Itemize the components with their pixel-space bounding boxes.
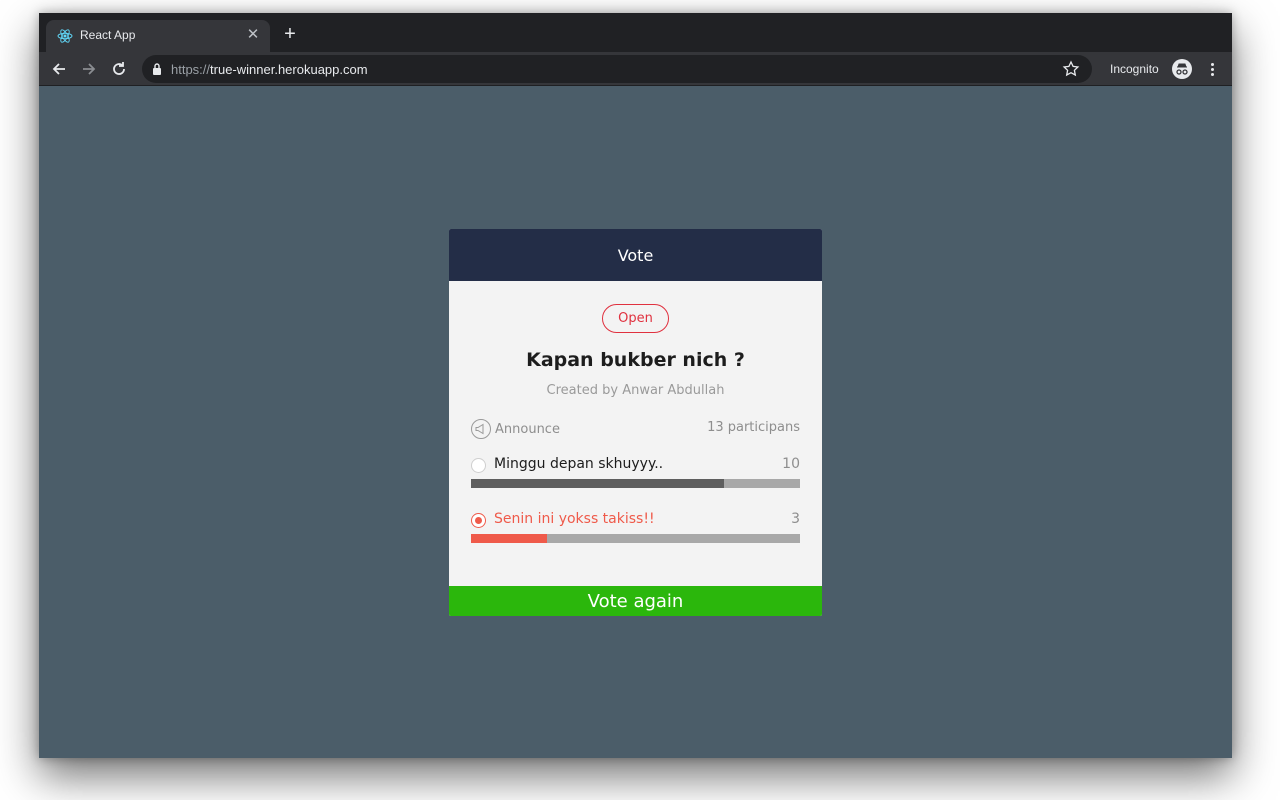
new-tab-icon[interactable]: + — [280, 24, 300, 44]
option-radio[interactable] — [471, 513, 486, 528]
tab-react-app[interactable]: React App ✕ — [46, 20, 270, 52]
more-menu-icon[interactable] — [1202, 59, 1222, 79]
address-bar[interactable]: https://true-winner.herokuapp.com — [142, 55, 1092, 83]
megaphone-icon — [471, 419, 491, 439]
option-bar — [471, 479, 800, 488]
browser-toolbar: https://true-winner.herokuapp.com Incogn… — [39, 52, 1232, 86]
status-badge: Open — [602, 304, 669, 333]
url-text: https://true-winner.herokuapp.com — [171, 62, 368, 77]
option-bar-fill — [471, 534, 547, 543]
back-icon[interactable] — [47, 57, 71, 81]
tab-strip: React App ✕ + — [39, 13, 1232, 52]
forward-icon[interactable] — [77, 57, 101, 81]
participants-count: 13 participans — [707, 420, 800, 435]
announce-button[interactable]: Announce — [471, 419, 560, 439]
option-count: 3 — [791, 511, 800, 527]
reload-icon[interactable] — [107, 57, 131, 81]
vote-again-button[interactable]: Vote again — [449, 586, 822, 616]
option-bar-fill — [471, 479, 725, 488]
poll-creator: Created by Anwar Abdullah — [546, 383, 725, 398]
lock-icon — [153, 63, 161, 75]
tab-title: React App — [80, 28, 136, 42]
option-label: Senin ini yokss takiss!! — [494, 511, 655, 527]
poll-question: Kapan bukber nich ? — [526, 349, 745, 371]
card-header: Vote — [449, 229, 822, 281]
browser-window: React App ✕ + https://true-winner.heroku… — [39, 13, 1232, 758]
option-count: 10 — [782, 456, 800, 472]
poll-option[interactable]: Minggu depan skhuyyy.. 10 — [471, 456, 800, 496]
announce-label: Announce — [495, 421, 560, 437]
url-scheme: https:// — [171, 62, 211, 77]
poll-option[interactable]: Senin ini yokss takiss!! 3 — [471, 511, 800, 551]
option-label: Minggu depan skhuyyy.. — [494, 456, 664, 472]
url-host: true-winner.herokuapp.com — [210, 62, 368, 77]
card-header-title: Vote — [617, 245, 654, 265]
option-radio[interactable] — [471, 458, 486, 473]
react-logo-icon — [57, 29, 73, 43]
option-bar — [471, 534, 800, 543]
incognito-icon[interactable] — [1172, 59, 1192, 79]
close-icon[interactable]: ✕ — [244, 26, 262, 44]
bookmark-star-icon[interactable] — [1062, 60, 1080, 78]
vote-card: Vote Open Kapan bukber nich ? Created by… — [449, 229, 822, 616]
incognito-label: Incognito — [1110, 62, 1159, 76]
